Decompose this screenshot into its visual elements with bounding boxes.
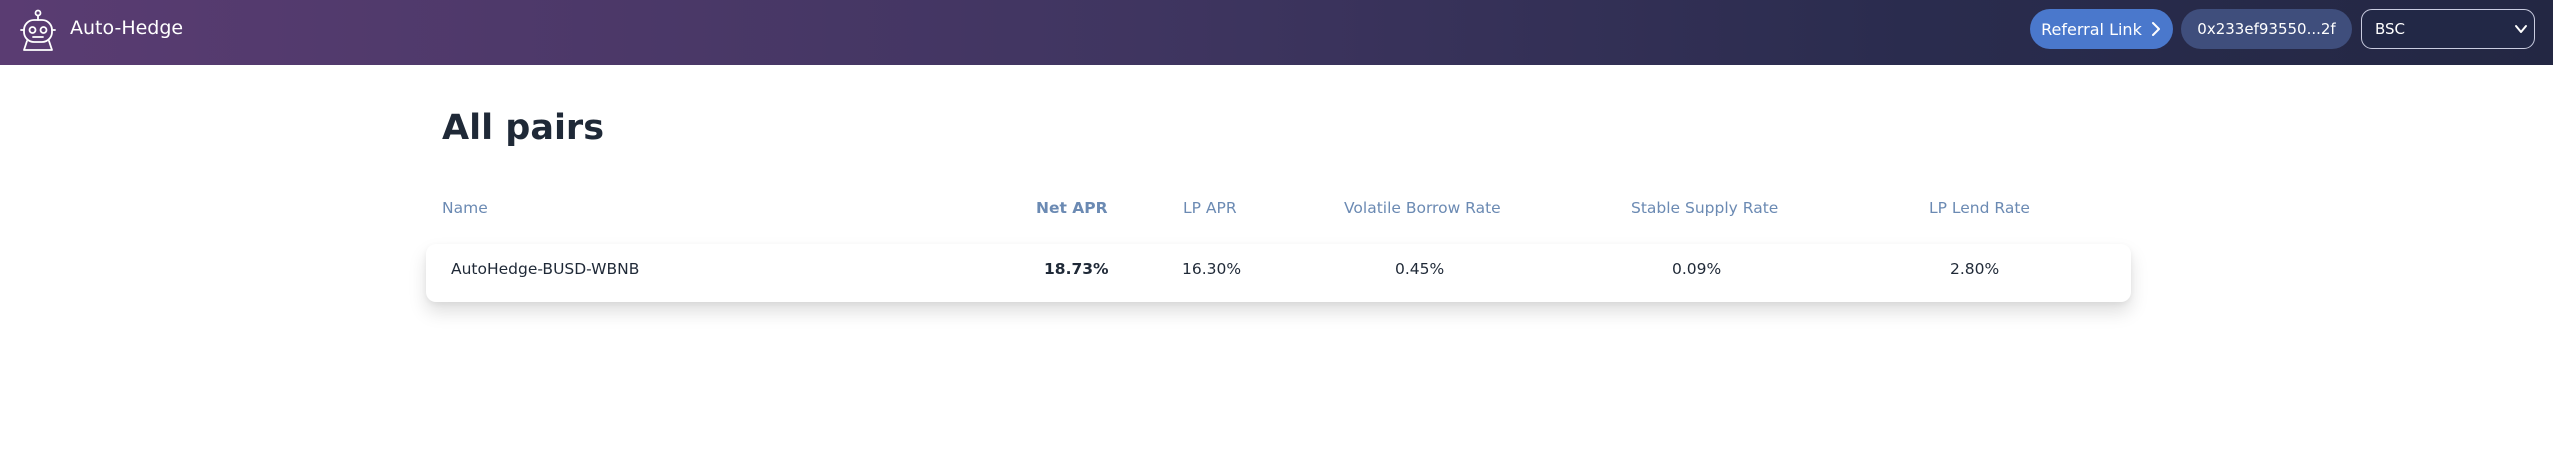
volatile-borrow-rate-cell: 0.45% [1395, 260, 1445, 278]
column-header-volatile-borrow-rate[interactable]: Volatile Borrow Rate [1344, 198, 1501, 218]
lp-lend-rate-cell: 2.80% [1950, 260, 2000, 278]
column-header-stable-supply-rate[interactable]: Stable Supply Rate [1631, 198, 1778, 218]
lp-apr-cell: 16.30% [1182, 260, 1242, 278]
network-select-value: BSC [2375, 20, 2406, 38]
wallet-address-label: 0x233ef93550...2f [2197, 20, 2336, 38]
net-apr-cell: 18.73% [1044, 260, 1109, 278]
column-header-lp-apr[interactable]: LP APR [1183, 198, 1237, 218]
column-header-name[interactable]: Name [442, 198, 488, 218]
stable-supply-rate-cell: 0.09% [1672, 260, 1722, 278]
column-header-net-apr[interactable]: Net APR [1036, 198, 1108, 218]
top-navbar: Auto-Hedge Referral Link 0x233ef93550...… [0, 0, 2553, 65]
network-select[interactable]: BSC [2361, 9, 2535, 49]
wallet-address-button[interactable]: 0x233ef93550...2f [2181, 9, 2352, 49]
robot-icon[interactable] [18, 8, 58, 56]
chevron-down-icon [2514, 22, 2528, 36]
page-title: All pairs [442, 108, 605, 148]
chevron-right-icon [2151, 21, 2162, 37]
pair-name-cell: AutoHedge-BUSD-WBNB [451, 260, 640, 278]
referral-link-label: Referral Link [2041, 19, 2142, 39]
table-row[interactable] [426, 244, 2131, 302]
app-title[interactable]: Auto-Hedge [70, 16, 183, 40]
column-header-lp-lend-rate[interactable]: LP Lend Rate [1929, 198, 2030, 218]
referral-link-button[interactable]: Referral Link [2030, 9, 2173, 49]
